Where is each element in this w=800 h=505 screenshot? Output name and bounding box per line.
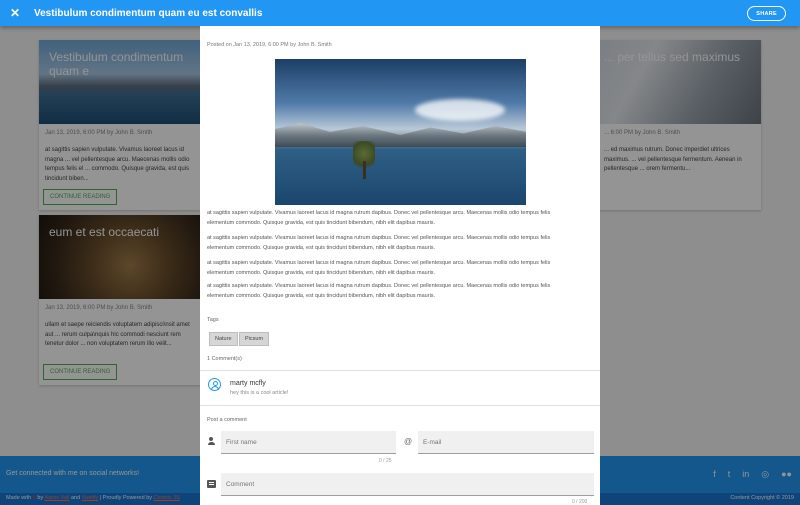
comment-author: marty mcfly <box>230 380 266 387</box>
article-paragraph: at sagittis sapien vulputate. Vivamus la… <box>207 210 551 226</box>
person-icon <box>207 437 215 445</box>
article-title: Vestibulum condimentum quam eu est conva… <box>34 7 263 19</box>
post-comment-label: Post a comment <box>207 417 247 423</box>
tag-chip[interactable]: Picsum <box>239 332 270 346</box>
first-name-counter: 0 / 25 <box>379 458 392 464</box>
article-paragraph: at sagittis sapien vulputate. Vivamus la… <box>207 283 551 299</box>
comments-count: 1 Comment(s) <box>207 356 242 362</box>
tag-chip[interactable]: Nature <box>209 332 238 346</box>
tags-label: Tags <box>207 317 219 323</box>
posted-meta: Posted on Jan 13, 2019, 6:00 PM by John … <box>207 42 332 48</box>
close-icon[interactable]: ✕ <box>0 0 30 26</box>
article-dialog: Posted on Jan 13, 2019, 6:00 PM by John … <box>200 26 600 505</box>
top-app-bar: ✕ Vestibulum condimentum quam eu est con… <box>0 0 800 26</box>
article-paragraph: at sagittis sapien vulputate. Vivamus la… <box>207 235 551 251</box>
article-paragraph: at sagittis sapien vulputate. Vivamus la… <box>207 260 551 276</box>
comment-icon <box>207 480 216 488</box>
comment-text: hey this is a cool article! <box>230 390 289 396</box>
divider <box>200 405 600 406</box>
comment-counter: 0 / 200 <box>572 499 588 505</box>
share-button[interactable]: SHARE <box>747 6 786 21</box>
comment-input[interactable] <box>221 473 594 496</box>
article-hero-image <box>275 59 526 205</box>
account-circle-icon <box>208 378 221 391</box>
first-name-input[interactable] <box>221 431 396 454</box>
at-sign-icon: @ <box>404 437 413 446</box>
divider <box>200 370 600 371</box>
email-input[interactable] <box>418 431 594 454</box>
